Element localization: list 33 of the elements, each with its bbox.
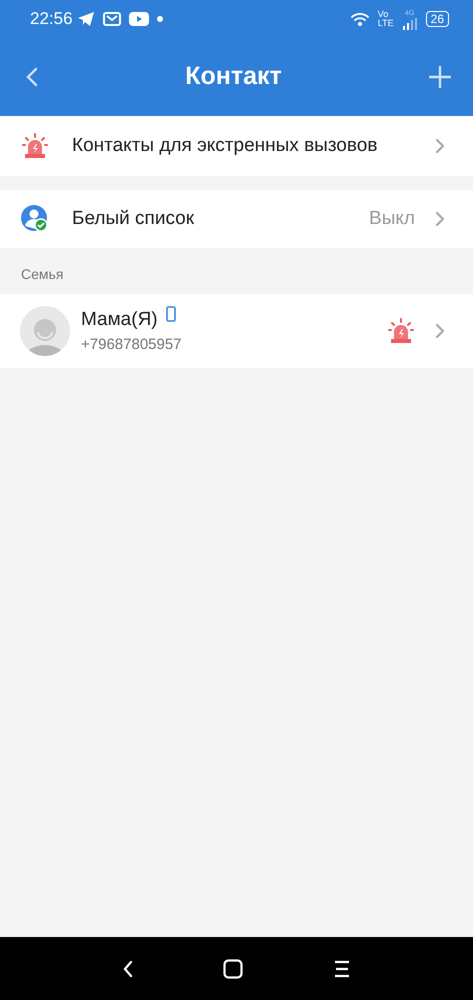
back-button[interactable]: [26, 65, 38, 89]
home-nav-icon[interactable]: [222, 958, 242, 978]
chevron-icon: [435, 211, 445, 227]
menu-item[interactable]: Белый список Выкл: [0, 190, 473, 248]
contact-phone: +79687805957: [81, 335, 182, 355]
menu-icon[interactable]: [332, 960, 350, 978]
add-icon: [428, 66, 451, 88]
back-nav-icon[interactable]: [122, 960, 132, 978]
dot-icon: [156, 16, 163, 22]
mail-icon: [102, 12, 121, 26]
chevron-icon: [435, 138, 445, 154]
add-button[interactable]: [428, 65, 451, 89]
video-play-icon: [128, 12, 149, 26]
back-icon: [26, 66, 38, 87]
section-title: Семья: [20, 265, 64, 284]
menu-label: Белый список: [72, 206, 194, 231]
contact-name: Мама(Я): [81, 308, 158, 332]
telegram-icon: [76, 11, 95, 27]
network-label: Vo: [378, 10, 390, 19]
page-title: Контакт: [185, 61, 282, 92]
status-value: Выкл: [369, 206, 415, 231]
chevron-icon: [435, 323, 445, 339]
avatar-icon: [20, 306, 70, 356]
clock-time: 22:56: [30, 8, 73, 30]
battery-level: 26: [426, 11, 449, 27]
contact-item[interactable]: Мама(Я) +79687805957: [0, 294, 473, 368]
network-label: LTE: [378, 19, 394, 28]
menu-label: Контакты для экстренных вызовов: [72, 134, 378, 158]
user-check-icon: [20, 204, 50, 234]
signal-icon: [402, 18, 418, 30]
siren-icon: [20, 132, 50, 160]
menu-item[interactable]: Контакты для экстренных вызовов: [0, 116, 473, 176]
wifi-icon: [350, 11, 370, 27]
